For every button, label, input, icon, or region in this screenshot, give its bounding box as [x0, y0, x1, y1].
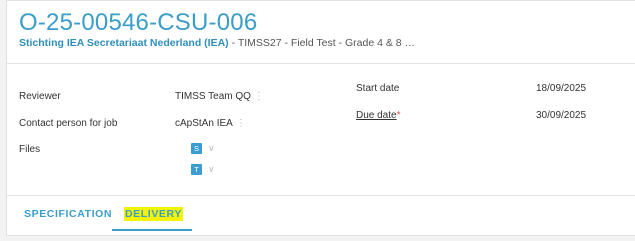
- required-marker: *: [396, 110, 401, 121]
- contact-name[interactable]: cApStAn IEA: [175, 118, 233, 129]
- job-subtitle: Stichting IEA Secretariaat Nederland (IE…: [19, 37, 415, 49]
- org-link[interactable]: Stichting IEA Secretariaat Nederland (IE…: [19, 37, 229, 49]
- active-tab-indicator: [112, 229, 192, 231]
- file-t-icon[interactable]: T: [191, 164, 202, 175]
- reviewer-value: TIMSS Team QQ ⋮: [175, 91, 264, 102]
- file-s-icon[interactable]: S: [191, 143, 202, 154]
- divider: [7, 63, 635, 64]
- tab-delivery-label: DELIVERY: [124, 207, 183, 221]
- due-date-text: Due date: [356, 110, 397, 121]
- due-date-label: Due date*: [356, 110, 401, 121]
- start-date-label: Start date: [356, 83, 400, 94]
- job-card: O-25-00546-CSU-006 Stichting IEA Secreta…: [6, 0, 635, 236]
- files-label: Files: [19, 144, 41, 155]
- contact-value: cApStAn IEA ⋮: [175, 118, 246, 129]
- tab-specification[interactable]: SPECIFICATION: [24, 208, 112, 220]
- reviewer-name[interactable]: TIMSS Team QQ: [175, 91, 251, 102]
- contact-label: Contact person for job: [19, 118, 118, 129]
- job-title: O-25-00546-CSU-006: [19, 9, 258, 36]
- tab-delivery[interactable]: DELIVERY: [124, 207, 183, 221]
- kebab-icon[interactable]: ⋮: [236, 118, 246, 129]
- chevron-down-icon[interactable]: ∨: [208, 143, 215, 154]
- due-date-value: 30/09/2025: [536, 110, 587, 121]
- job-subtitle-rest: - TIMSS27 - Field Test - Grade 4 & 8 …: [228, 37, 416, 49]
- start-date-value: 18/09/2025: [536, 83, 587, 94]
- reviewer-label: Reviewer: [19, 91, 61, 102]
- chevron-down-icon[interactable]: ∨: [208, 164, 215, 175]
- divider: [7, 195, 635, 196]
- kebab-icon[interactable]: ⋮: [254, 91, 264, 102]
